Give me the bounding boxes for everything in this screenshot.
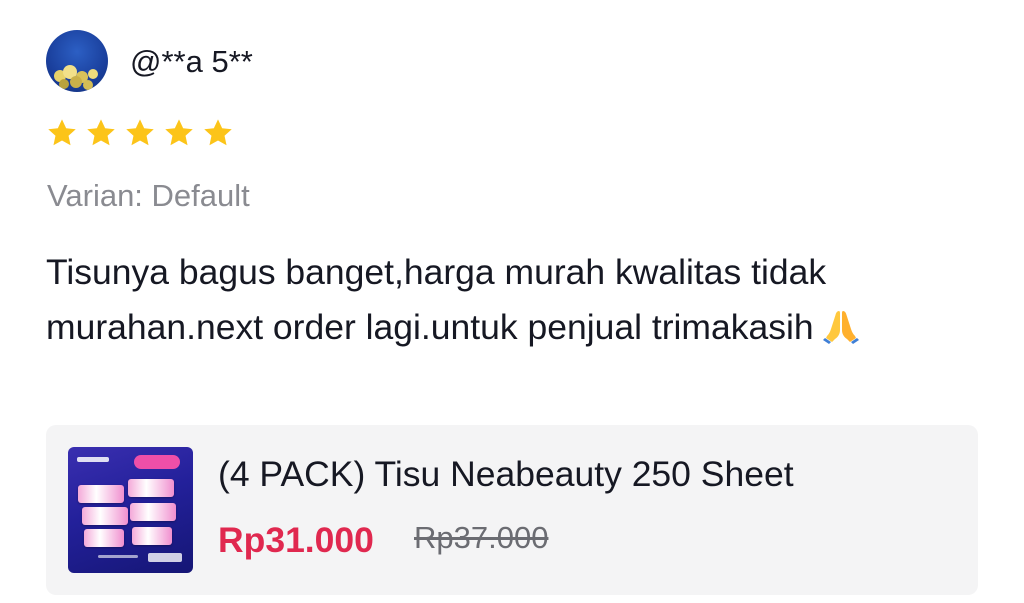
review-text: Tisunya bagus banget,harga murah kwalita… — [46, 245, 946, 361]
star-icon — [126, 119, 154, 146]
variant-label: Varian: Default — [47, 178, 250, 213]
star-icon — [165, 119, 193, 146]
product-card[interactable] — [46, 425, 978, 595]
star-icon — [87, 119, 115, 146]
avatar-flowers-icon — [54, 65, 98, 90]
product-title[interactable]: (4 PACK) Tisu Neabeauty 250 Sheet — [218, 454, 794, 495]
user-avatar[interactable] — [46, 30, 108, 92]
username[interactable]: @**a 5** — [130, 44, 253, 80]
star-rating — [46, 117, 234, 149]
star-icon — [204, 119, 232, 146]
product-price: Rp31.000 — [218, 520, 374, 560]
review-body: Tisunya bagus banget,harga murah kwalita… — [46, 252, 827, 347]
star-icon — [48, 119, 76, 146]
product-original-price: Rp37.000 — [414, 520, 549, 555]
praying-hands-icon — [822, 306, 860, 361]
product-thumbnail[interactable] — [68, 447, 193, 573]
